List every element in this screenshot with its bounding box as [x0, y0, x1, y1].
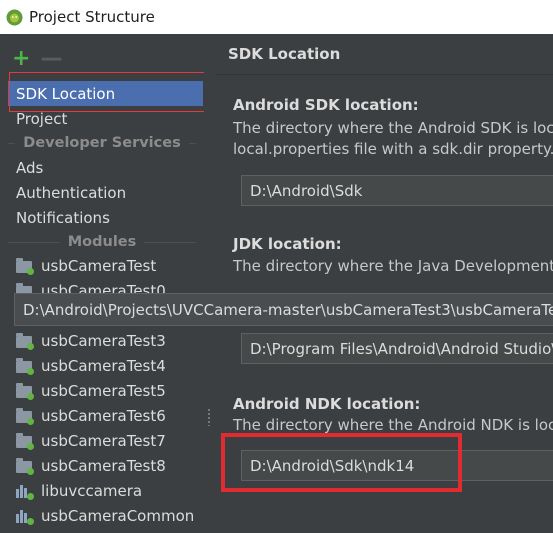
- sidebar-toolbar: + —: [12, 48, 62, 70]
- module-item[interactable]: usbCameraTest: [8, 253, 204, 278]
- module-folder-icon: [16, 257, 34, 275]
- module-item[interactable]: usbCameraTest5: [8, 378, 204, 403]
- module-item[interactable]: usbCameraTest4: [8, 353, 204, 378]
- module-folder-icon: [16, 357, 34, 375]
- content-panel: SDK Location Android SDK location: The d…: [216, 34, 553, 533]
- module-label: usbCameraCommon: [41, 506, 195, 525]
- path-tooltip: D:\Android\Projects\UVCCamera-master\usb…: [14, 293, 553, 326]
- module-item[interactable]: usbCameraTest3: [8, 328, 204, 353]
- library-icon: [16, 484, 34, 500]
- jdk-label: JDK location:: [233, 235, 342, 253]
- android-ndk-path-input[interactable]: [241, 450, 553, 481]
- module-label: usbCameraTest8: [41, 456, 166, 475]
- developer-services-header: Developer Services: [0, 132, 204, 154]
- sidebar-item-project[interactable]: Project: [8, 106, 204, 131]
- splitter[interactable]: [204, 34, 216, 533]
- android-sdk-path-input[interactable]: [241, 175, 553, 206]
- module-item[interactable]: usbCameraTest7: [8, 428, 204, 453]
- module-item[interactable]: usbCameraCommon: [8, 503, 204, 528]
- modules-label: Modules: [67, 234, 137, 250]
- module-label: usbCameraTest3: [41, 331, 166, 350]
- jdk-path-input[interactable]: [241, 333, 553, 364]
- sidebar-item-sdk-location[interactable]: SDK Location: [8, 81, 203, 106]
- module-label: usbCameraTest5: [41, 381, 166, 400]
- divider: [216, 74, 553, 75]
- sidebar-item-ads[interactable]: Ads: [8, 155, 204, 180]
- android-sdk-description: The directory where the Android SDK is l…: [233, 119, 553, 137]
- module-item[interactable]: usbCameraTest6: [8, 403, 204, 428]
- splitter-grip-icon[interactable]: [207, 408, 211, 426]
- title-bar: Project Structure: [0, 0, 553, 34]
- library-icon: [16, 509, 34, 525]
- module-item[interactable]: usbCameraTest8: [8, 453, 204, 478]
- module-folder-icon: [16, 432, 34, 450]
- modules-header: Modules: [0, 231, 204, 253]
- sidebar-item-authentication[interactable]: Authentication: [8, 180, 204, 205]
- sidebar-item-notifications[interactable]: Notifications: [8, 205, 204, 230]
- developer-services-label: Developer Services: [23, 135, 181, 151]
- android-studio-icon: [6, 9, 23, 25]
- module-folder-icon: [16, 382, 34, 400]
- module-folder-icon: [16, 407, 34, 425]
- android-ndk-description: The directory where the Android NDK is l…: [233, 416, 553, 434]
- module-label: libuvccamera: [41, 481, 143, 500]
- module-label: usbCameraTest7: [41, 431, 166, 450]
- module-label: usbCameraTest4: [41, 356, 166, 375]
- add-button[interactable]: +: [12, 48, 30, 70]
- sidebar: + — SDK Location Project Developer Servi…: [0, 34, 204, 533]
- module-label: usbCameraTest: [41, 256, 157, 275]
- android-ndk-label: Android NDK location:: [233, 395, 421, 413]
- module-folder-icon: [16, 332, 34, 350]
- remove-button[interactable]: —: [40, 48, 62, 70]
- module-label: usbCameraTest6: [41, 406, 166, 425]
- jdk-description: The directory where the Java Development…: [233, 257, 553, 275]
- module-folder-icon: [16, 457, 34, 475]
- window-title: Project Structure: [29, 8, 155, 26]
- android-sdk-description-line2: local.properties file with a sdk.dir pro…: [233, 140, 553, 158]
- module-item[interactable]: libuvccamera: [8, 478, 204, 503]
- page-title: SDK Location: [228, 45, 341, 63]
- android-sdk-label: Android SDK location:: [233, 96, 419, 114]
